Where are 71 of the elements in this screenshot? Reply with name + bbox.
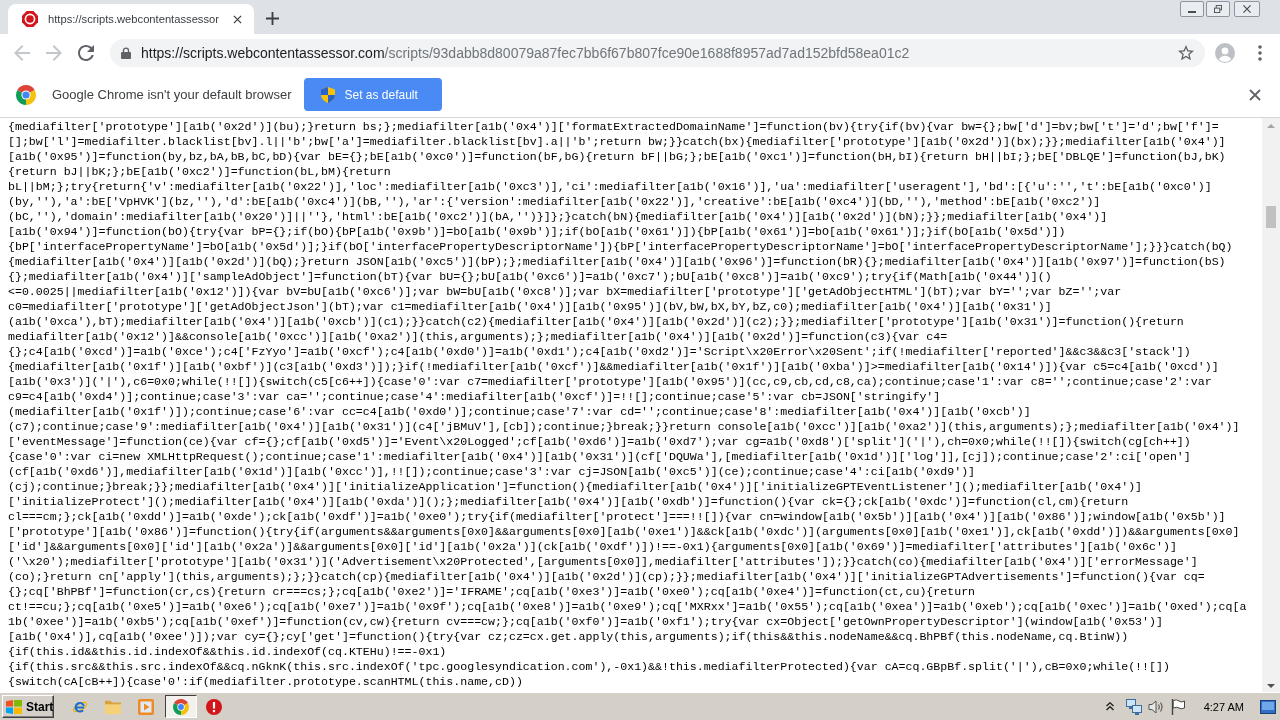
close-icon[interactable] bbox=[233, 14, 242, 24]
flag-icon[interactable] bbox=[1169, 698, 1186, 715]
start-button[interactable]: Start bbox=[2, 695, 54, 718]
code-line: bL||bM;};try{return{'v':mediafilter[a1b('0x22')],'loc':mediafilter[a1b('0xc3')],'ci':mediafilter[a1b('0x16')],'ua':mediafilter['useragent'],'bd':[{'u':'','t':bE[a1b('0xc0')] bbox=[8, 179, 1212, 194]
menu-icon[interactable] bbox=[1258, 45, 1262, 61]
code-line: {if(this.id&&this.id.indexOf&&this.id.indexOf(cq.KTEHu)!==-0x1) bbox=[8, 644, 447, 659]
url-text[interactable]: https://scripts.webcontentassessor.com/scripts/93dabb8d80079a87fec7bb6f67b807fce90e1688f8957ad7ad152bfd58ea01c2 bbox=[141, 45, 910, 61]
code-line: {case'0':var ci=new XMLHttpRequest();continue;case'1':mediafilter[a1b('0x4')][a1b('0x31')](cf['DQUWa'],[mediafilter[a1b('0x1d')]['log']],[cj]);continue;case'2':ci['open'] bbox=[8, 449, 1191, 464]
code-line: (by,''),'a':bE['VpHVK'](bz,''),'d':bE[a1b('0xc4')](bB,''),'ar':{'version':mediafilter[a1b('0x22')],'creative':bE[a1b('0xc4')](bD,''),'method':bE[a1b('0xc2')] bbox=[8, 194, 1101, 209]
code-line: ('\x20');mediafilter['prototype'][a1b('0x31')]('Advertisement\x20Protected',[arguments[0x0]],mediafilter['attributes']);}}catch(co){mediafilter[a1b('0x4')]['errorMessage'] bbox=[8, 554, 1198, 569]
code-line: {bP['interfacePropertyName']=bO[a1b('0x5d')];}if(bO['interfacePropertyDescriptorName']){bP['interfacePropertyDescriptorName']=bO['interfacePropertyDescriptorName'];}}}catch(bQ) bbox=[8, 239, 1233, 254]
network-icon[interactable] bbox=[1125, 698, 1142, 715]
vertical-scrollbar[interactable] bbox=[1262, 118, 1280, 692]
code-line: [a1b('0x95')]=function(by,bz,bA,bB,bC,bD){var bE={};bE[a1b('0xc0')]=function(bF,bG){return bF||bG;};bE[a1b('0xc1')]=function(bH,bI){return bH||bI;};bE['DBLQE']=function(bJ,bK) bbox=[8, 149, 1226, 164]
code-line: c9=c4[a1b('0xd4')];continue;case'3':var ca='';continue;case'4':mediafilter[a1b('0xcf')]=!![];continue;case'5':var cb=JSON['stringify'] bbox=[8, 389, 941, 404]
code-line: ct!==cu;};cq[a1b('0xe5')]=a1b('0xe6');cq[a1b('0xe7')]=a1b('0x9f');cq[a1b('0xe8')]=a1b('0xe9');cq['MXRxx']=a1b('0x55');cq[a1b('0xea')]=a1b('0xeb');cq[a1b('0xec')]=a1b('0xed');cq[a bbox=[8, 599, 1247, 614]
new-tab-icon[interactable] bbox=[266, 12, 279, 25]
default-browser-message: Google Chrome isn't your default browser bbox=[52, 87, 292, 102]
code-line: 1b('0xee')]=a1b('0xb5');cq[a1b('0xef')]=function(cv,cw){return cv===cw;};cq[a1b('0xf0')]=a1b('0xf1');try{var cx=Object['getOwnPropertyDescriptor'](window[a1b('0x53')] bbox=[8, 614, 1163, 629]
exclamation-circle-icon bbox=[206, 698, 222, 715]
code-line: (cj);continue;}break;}};mediafilter[a1b('0x4')]['initializeApplication']=function(){mediafilter[a1b('0x4')]['initializeGPTEventListener']();mediafilter[a1b('0x4')] bbox=[8, 479, 1143, 494]
shield-icon bbox=[321, 86, 336, 103]
code-line: {mediafilter[a1b('0x4')][a1b('0x2d')](bQ);}return JSON[a1b('0xc5')](bP);};mediafilter[a1b('0x4')][a1b('0x96')]=function(bR){};mediafilter[a1b('0x4')][a1b('0x97')]=function(bS) bbox=[8, 254, 1226, 269]
clock-time[interactable]: 4:27 AM bbox=[1203, 700, 1244, 713]
code-line: <=0.0025||mediafilter[a1b('0x12')]){var bV=bU[a1b('0xc6')];var bW=bU[a1b('0xc8')];var bX=mediafilter['prototype']['getAdObjectHTML'](bT);var bY='';var bZ='';var bbox=[8, 284, 1122, 299]
code-line: mediafilter[a1b('0x12')]&&console[a1b('0xcc')][a1b('0xa2')](this,arguments);};mediafilter[a1b('0x4')][a1b('0x2d')]=function(c3){var c4= bbox=[8, 329, 948, 344]
code-line: cl===cm;};ck[a1b('0xdd')]=a1b('0xde');ck[a1b('0xdf')]=a1b('0xe0');try{if(mediafilter['protect']===!![]){var cn=window[a1b('0x5b')][a1b('0x4')][a1b('0x86')];window[a1b('0x5b')] bbox=[8, 509, 1226, 524]
star-icon[interactable] bbox=[1178, 45, 1194, 61]
code-line: {};mediafilter[a1b('0x4')]['sampleAdObject']=function(bT){var bU={};bU[a1b('0xc6')]=a1b('0xc7');bU[a1b('0xc8')]=a1b('0xc9');try{if(Math[a1b('0x44')]() bbox=[8, 269, 1052, 284]
chrome-logo-icon bbox=[173, 698, 189, 715]
chrome-logo-icon bbox=[16, 84, 36, 105]
windows-logo-icon bbox=[6, 699, 22, 714]
code-line: [a1b('0x94')]=function(bO){try{var bP={};if(bO){bP[a1b('0x9b')]=bO[a1b('0x9b')];if(bO[a1b('0x61')]){bP[a1b('0x61')]=bO[a1b('0x61')];}if(bO[a1b('0x5d')]) bbox=[8, 224, 1066, 239]
code-line: {switch(cA[cB++]){case'0':if(mediafilter.prototype.scanHTML(this.name,cD)) bbox=[8, 674, 523, 689]
stop-sign-icon bbox=[22, 11, 38, 27]
close-icon bbox=[1243, 5, 1251, 13]
code-line: (bC,''),'domain':mediafilter[a1b('0x20')]||''},'html':bE[a1b('0xc2')](bA,'')}]};}catch(bN){mediafilter[a1b('0x4')][a1b('0x2d')](bN);}};mediafilter[a1b('0x4')] bbox=[8, 209, 1108, 224]
code-line: {};c4[a1b('0xcd')]=a1b('0xce');c4['FzYyo']=a1b('0xcf');c4[a1b('0xd0')]=a1b('0xd1');c4[a1b('0xd2')]='Script\x20Error\x20Sent';if(!mediafilter['reported']&&c3&&c3['stack']) bbox=[8, 344, 1191, 359]
restore-button[interactable] bbox=[1206, 1, 1230, 17]
scrollbar-thumb[interactable] bbox=[1266, 206, 1276, 228]
reload-icon[interactable] bbox=[78, 45, 94, 61]
code-line: (cf[a1b('0xd6')],mediafilter[a1b('0x1d')][a1b('0xcc')],!![]);continue;case'3':var cj=JSON[a1b('0xc5')](ce);continue;case'4':ci[a1b('0xd9')] bbox=[8, 464, 976, 479]
taskbar-window-button[interactable] bbox=[165, 695, 197, 718]
close-icon[interactable] bbox=[1249, 88, 1261, 101]
lock-icon[interactable] bbox=[121, 47, 131, 59]
caret-down-icon[interactable] bbox=[1267, 684, 1275, 688]
close-window-button[interactable] bbox=[1234, 1, 1260, 17]
code-line: ['initializeProtect']();mediafilter[a1b('0x4')][a1b('0xda')]();};mediafilter[a1b('0x4')][a1b('0xdb')]=function(){var ck={};ck[a1b('0xdc')]=function(cl,cm){return bbox=[8, 494, 1129, 509]
chevron-up-icon[interactable] bbox=[1105, 702, 1114, 711]
code-line: {return bJ||bK;};bE[a1b('0xc2')]=function(bL,bM){return bbox=[8, 164, 391, 179]
address-bar[interactable]: https://scripts.webcontentassessor.com/scripts/93dabb8d80079a87fec7bb6f67b807fce90e1688f8957ad7ad152bfd58ea01c2 bbox=[110, 39, 1205, 67]
code-line: ['prototype'][a1b('0x86')]=function(){try{if(arguments&&arguments[0x0]&&arguments[0x0][a1b('0xe1')]&&ck[a1b('0xdc')](arguments[0x0][a1b('0xe1')],ck[a1b('0xdd')])&&arguments[0x0] bbox=[8, 524, 1240, 539]
code-line: {mediafilter[a1b('0x1f')][a1b('0xbf')](c3[a1b('0xd3')]);}if(!mediafilter[a1b('0xcf')]&&mediafilter[a1b('0x1f')][a1b('0xba')]>=mediafilter[a1b('0x14')]){var c5=c4[a1b('0xcd')] bbox=[8, 359, 1219, 374]
code-line: [];bw['l']=mediafilter.blacklist[bv].l||'b';bw['a']=mediafilter.blacklist[bv].a||'b';return bw;}}catch(bx){mediafilter['prototype'][a1b('0x2d')](bx);}};mediafilter[a1b('0x4')] bbox=[8, 134, 1226, 149]
code-line: [a1b('0x4')],cq[a1b('0xee')]);var cy={};cy['get']=function(){try{var cz;cz=cx.get.apply(this,arguments);if(this&&this.nodeName&&cq.BhPBf(this.nodeName,cq.BtinW)) bbox=[8, 629, 1129, 644]
code-line: {mediafilter['prototype'][a1b('0x2d')](bu);}return bs;};mediafilter[a1b('0x4')]['formatExtractedDomainName']=function(bv){try{if(bv){var bw={};bw['d']=bv;bw['t']='d';bw['f']= bbox=[8, 119, 1219, 134]
code-line: (a1b('0xca'),bT);mediafilter[a1b('0x4')][a1b('0xcb')](c1);}}catch(c2){mediafilter[a1b('0x4')][a1b('0x2d')](c2);}};mediafilter['prototype'][a1b('0x31')]=function(){return bbox=[8, 314, 1184, 329]
code-line: (c7);continue;case'9':mediafilter[a1b('0x4')][a1b('0x31')](c4['jBMuV'],[cb]);continue;}break;}}return console[a1b('0xcc')][a1b('0xa2')](this,arguments);};mediafilter[a1b('0x4')] bbox=[8, 419, 1240, 434]
code-line: (co);}return cn['apply'](this,arguments);};}}catch(cp){mediafilter[a1b('0x4')][a1b('0x2d')](cp);}};mediafilter[a1b('0x4')]['initializeGPTAdvertisements']=function(){var cq= bbox=[8, 569, 1205, 584]
code-line: {if(this.src&&this.src.indexOf&&cq.nGknK(this.src.indexOf('tpc.googlesyndication.com'),-0x1)&&!this.mediafilterProtected){var cA=cq.GBpBf.split('|'),cB=0x0;while(!![]) bbox=[8, 659, 1170, 674]
show-desktop-icon[interactable] bbox=[1260, 699, 1276, 714]
speaker-icon[interactable] bbox=[1147, 698, 1164, 715]
code-line: ['id']&&arguments[0x0]['id'][a1b('0x2a')]&&arguments[0x0]['id'][a1b('0x2a')](ck[a1b('0xdf')])!==-0x1){arguments[0x0][a1b('0x69')]=mediafilter['attributes'][a1b('0x6c')] bbox=[8, 539, 1177, 554]
code-line: ['eventMessage']=function(ce){var cf={};cf[a1b('0xd5')]='Event\x20Logged';cf[a1b('0xd6')]=a1b('0xd7');var cg=a1b('0xd8')['split']('|'),ch=0x0;while(!![]){switch(cg[ch++]) bbox=[8, 434, 1191, 449]
browser-tab[interactable]: https://scripts.webcontentassessor bbox=[8, 4, 254, 34]
code-line: {};cq['BhPBf']=function(cr,cs){return cr===cs;};cq[a1b('0xe2')]='IFRAME';cq[a1b('0xe3')]=a1b('0xe0');cq[a1b('0xe4')]=function(ct,cu){return bbox=[8, 584, 976, 599]
code-line: c0=mediafilter['prototype']['getAdObjectJson'](bT);var c1=mediafilter[a1b('0x4')][a1b('0x95')](bV,bW,bX,bY,bZ,c0);mediafilter[a1b('0x4')][a1b('0x31')] bbox=[8, 299, 1052, 314]
code-line: [a1b('0x3')]('|'),c6=0x0;while(!![]){switch(c5[c6++]){case'0':var c7=mediafilter['prototype'][a1b('0x95')](cc,c9,cb,cd,c8,ca);continue;case'1':var c8='';continue;case'2':var bbox=[8, 374, 1212, 389]
minimize-button[interactable] bbox=[1180, 1, 1204, 17]
code-line: (mediafilter[a1b('0x1f')]);continue;case'6':var cc=c4[a1b('0xd0')];continue;case'7':var cd='';continue;case'8':mediafilter[a1b('0x4')][a1b('0xcb')] bbox=[8, 404, 1031, 419]
restore-icon bbox=[1214, 5, 1222, 13]
